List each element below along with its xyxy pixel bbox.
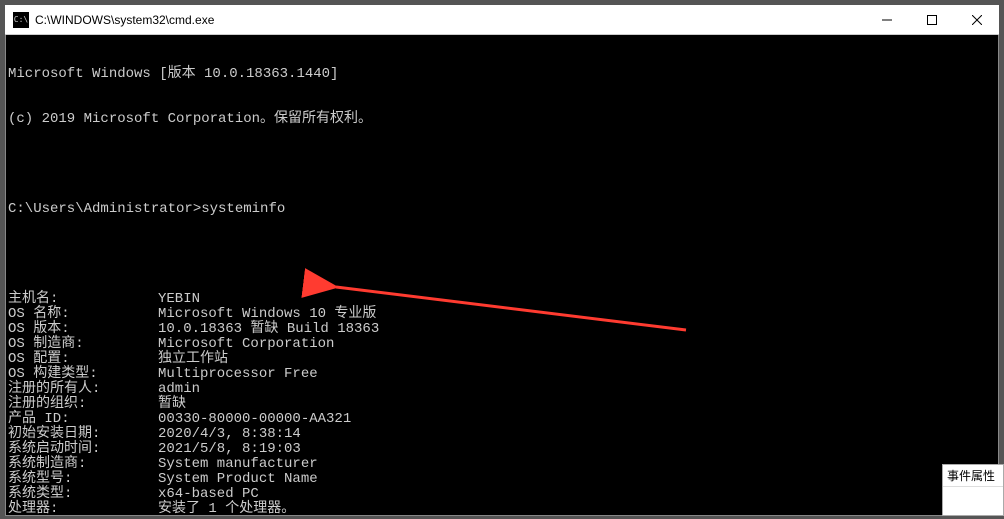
window-title: C:\WINDOWS\system32\cmd.exe xyxy=(35,13,864,27)
field-value: 10.0.18363 暂缺 Build 18363 xyxy=(158,322,379,337)
field-value: Microsoft Windows 10 专业版 xyxy=(158,307,376,322)
field-label: 系统启动时间: xyxy=(8,442,158,457)
field-value: Multiprocessor Free xyxy=(158,367,318,382)
field-label: 注册的组织: xyxy=(8,397,158,412)
systeminfo-row: OS 制造商:Microsoft Corporation xyxy=(8,337,998,352)
blank-line xyxy=(8,157,998,172)
field-value: 暂缺 xyxy=(158,397,186,412)
field-label: OS 名称: xyxy=(8,307,158,322)
field-label: OS 制造商: xyxy=(8,337,158,352)
field-label: 注册的所有人: xyxy=(8,382,158,397)
field-label: 系统类型: xyxy=(8,487,158,502)
field-value: 2021/5/8, 8:19:03 xyxy=(158,442,301,457)
systeminfo-row: 初始安装日期:2020/4/3, 8:38:14 xyxy=(8,427,998,442)
minimize-button[interactable] xyxy=(864,5,909,34)
systeminfo-row: 主机名:YEBIN xyxy=(8,292,998,307)
field-value: Microsoft Corporation xyxy=(158,337,334,352)
systeminfo-row: 处理器:安装了 1 个处理器。 xyxy=(8,502,998,516)
field-value: YEBIN xyxy=(158,292,200,307)
banner-line: Microsoft Windows [版本 10.0.18363.1440] xyxy=(8,67,998,82)
systeminfo-row: OS 版本:10.0.18363 暂缺 Build 18363 xyxy=(8,322,998,337)
terminal-output[interactable]: Microsoft Windows [版本 10.0.18363.1440] (… xyxy=(5,35,999,516)
cmd-icon: C:\ xyxy=(13,12,29,28)
banner-line: (c) 2019 Microsoft Corporation。保留所有权利。 xyxy=(8,112,998,127)
systeminfo-row: OS 配置:独立工作站 xyxy=(8,352,998,367)
field-value: 2020/4/3, 8:38:14 xyxy=(158,427,301,442)
systeminfo-row: OS 构建类型:Multiprocessor Free xyxy=(8,367,998,382)
systeminfo-row: 产品 ID:00330-80000-00000-AA321 xyxy=(8,412,998,427)
field-label: 处理器: xyxy=(8,502,158,516)
field-label: 系统制造商: xyxy=(8,457,158,472)
cmd-window: C:\ C:\WINDOWS\system32\cmd.exe Microsof… xyxy=(4,4,1000,517)
field-value: x64-based PC xyxy=(158,487,259,502)
field-label: OS 构建类型: xyxy=(8,367,158,382)
field-value: 00330-80000-00000-AA321 xyxy=(158,412,351,427)
systeminfo-row: 注册的所有人:admin xyxy=(8,382,998,397)
field-value: admin xyxy=(158,382,200,397)
field-value: 安装了 1 个处理器。 xyxy=(158,502,295,516)
field-label: OS 版本: xyxy=(8,322,158,337)
prompt-line: C:\Users\Administrator>systeminfo xyxy=(8,202,998,217)
titlebar[interactable]: C:\ C:\WINDOWS\system32\cmd.exe xyxy=(5,5,999,35)
systeminfo-row: 系统制造商:System manufacturer xyxy=(8,457,998,472)
systeminfo-row: 注册的组织:暂缺 xyxy=(8,397,998,412)
field-label: 产品 ID: xyxy=(8,412,158,427)
window-controls xyxy=(864,5,999,34)
field-label: 主机名: xyxy=(8,292,158,307)
field-label: 初始安装日期: xyxy=(8,427,158,442)
blank-line xyxy=(8,247,998,262)
field-value: System manufacturer xyxy=(158,457,318,472)
maximize-button[interactable] xyxy=(909,5,954,34)
close-button[interactable] xyxy=(954,5,999,34)
field-label: 系统型号: xyxy=(8,472,158,487)
field-value: System Product Name xyxy=(158,472,318,487)
adjacent-window-header: 事件属性 xyxy=(943,465,1003,487)
field-value: 独立工作站 xyxy=(158,352,228,367)
systeminfo-row: 系统型号:System Product Name xyxy=(8,472,998,487)
systeminfo-row: 系统启动时间:2021/5/8, 8:19:03 xyxy=(8,442,998,457)
adjacent-window-fragment: 事件属性 xyxy=(942,464,1004,516)
field-label: OS 配置: xyxy=(8,352,158,367)
systeminfo-row: 系统类型:x64-based PC xyxy=(8,487,998,502)
systeminfo-row: OS 名称:Microsoft Windows 10 专业版 xyxy=(8,307,998,322)
